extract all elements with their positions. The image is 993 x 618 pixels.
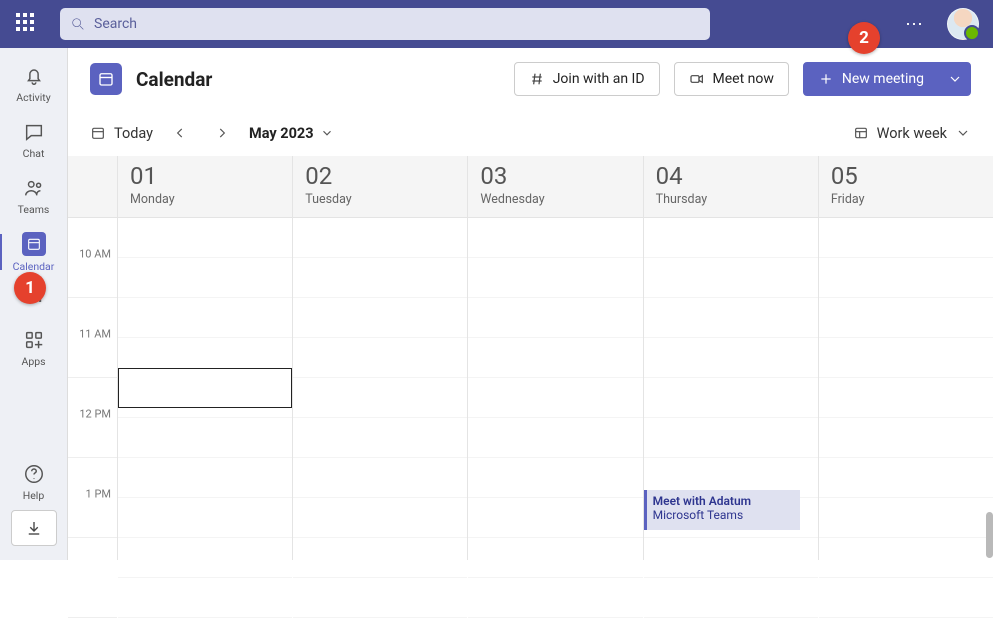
join-with-id-button[interactable]: Join with an ID xyxy=(514,62,660,96)
view-picker[interactable]: Work week xyxy=(853,125,971,142)
day-number: 03 xyxy=(480,162,632,190)
day-column[interactable]: 01 Monday xyxy=(118,156,293,560)
download-button[interactable] xyxy=(11,510,57,546)
day-name: Wednesday xyxy=(480,192,632,207)
day-number: 02 xyxy=(305,162,457,190)
search-icon xyxy=(70,16,86,32)
chevron-down-icon xyxy=(955,125,971,141)
page-title: Calendar xyxy=(136,68,212,91)
button-label: New meeting xyxy=(842,71,924,87)
scrollbar-thumb[interactable] xyxy=(986,512,993,558)
time-label: 11 AM xyxy=(79,328,111,341)
month-label: May 2023 xyxy=(249,125,314,142)
day-header: 02 Tuesday xyxy=(293,156,467,218)
day-name: Friday xyxy=(831,192,983,207)
search-input[interactable]: Search xyxy=(60,8,710,40)
calendar-icon xyxy=(22,232,46,256)
day-column[interactable]: 04 Thursday Meet with Adatum Microsoft T… xyxy=(644,156,819,560)
plus-icon xyxy=(818,71,834,87)
selection-box[interactable] xyxy=(118,368,292,408)
calendar-toolbar: Today May 2023 Work week xyxy=(68,110,993,156)
page-header: Calendar Join with an ID Meet now New me… xyxy=(68,48,993,110)
chevron-down-icon xyxy=(320,126,334,140)
chevron-down-icon xyxy=(947,71,963,87)
chevron-left-icon xyxy=(173,126,187,140)
rail-label: Apps xyxy=(21,355,45,368)
day-column[interactable]: 02 Tuesday xyxy=(293,156,468,560)
view-label: Work week xyxy=(877,125,947,142)
rail-item-activity[interactable]: Activity xyxy=(0,56,68,112)
rail-label: Help xyxy=(23,489,45,502)
day-columns: 01 Monday 02 Tuesday 03 xyxy=(118,156,993,560)
top-bar: Search ⋯ xyxy=(0,0,993,48)
calendar-day-icon xyxy=(90,125,106,141)
calendar-chip-icon xyxy=(90,63,122,95)
rail-item-apps[interactable]: Apps xyxy=(0,320,68,376)
app-launcher-icon[interactable] xyxy=(16,13,38,35)
calendar-event[interactable]: Meet with Adatum Microsoft Teams xyxy=(644,490,800,530)
time-label: 10 AM xyxy=(79,248,111,261)
day-number: 05 xyxy=(831,162,983,190)
teams-icon xyxy=(23,177,45,199)
month-picker[interactable]: May 2023 xyxy=(249,125,334,142)
new-meeting-button[interactable]: New meeting xyxy=(803,62,939,96)
rail-label: Teams xyxy=(18,203,50,216)
day-column[interactable]: 03 Wednesday xyxy=(468,156,643,560)
time-label: 12 PM xyxy=(79,408,111,421)
more-icon[interactable]: ⋯ xyxy=(895,14,935,35)
today-button[interactable]: Today xyxy=(90,125,153,142)
download-icon xyxy=(25,519,43,537)
annotation-1: 1 xyxy=(14,272,46,304)
event-location: Microsoft Teams xyxy=(653,508,794,522)
button-label: Meet now xyxy=(713,71,774,87)
day-name: Thursday xyxy=(656,192,808,207)
help-icon xyxy=(23,463,45,485)
chevron-right-icon xyxy=(215,126,229,140)
event-title: Meet with Adatum xyxy=(653,494,794,508)
rail-item-chat[interactable]: Chat xyxy=(0,112,68,168)
chat-icon xyxy=(23,121,45,143)
avatar[interactable] xyxy=(947,8,979,40)
new-meeting-dropdown[interactable] xyxy=(939,62,971,96)
today-label: Today xyxy=(114,125,153,142)
calendar-grid: 10 AM 11 AM 12 PM 1 PM 01 Monday 02 Tues… xyxy=(68,156,993,560)
rail-item-help[interactable]: Help xyxy=(0,454,68,510)
annotation-2: 2 xyxy=(848,22,880,54)
rail-label: Activity xyxy=(16,91,50,104)
video-icon xyxy=(689,71,705,87)
day-name: Monday xyxy=(130,192,282,207)
day-name: Tuesday xyxy=(305,192,457,207)
new-meeting-group: New meeting xyxy=(803,62,971,96)
day-column[interactable]: 05 Friday xyxy=(819,156,993,560)
rail-label: Chat xyxy=(23,147,45,160)
day-number: 01 xyxy=(130,162,282,190)
view-icon xyxy=(853,125,869,141)
button-label: Join with an ID xyxy=(553,71,645,87)
meet-now-button[interactable]: Meet now xyxy=(674,62,789,96)
prev-button[interactable] xyxy=(165,118,195,148)
search-placeholder: Search xyxy=(94,16,137,32)
day-header: 04 Thursday xyxy=(644,156,818,218)
rail-item-teams[interactable]: Teams xyxy=(0,168,68,224)
next-button[interactable] xyxy=(207,118,237,148)
left-rail: Activity Chat Teams Calendar ⋯ Apps Help xyxy=(0,48,68,560)
time-label: 1 PM xyxy=(86,488,111,501)
day-header: 01 Monday xyxy=(118,156,292,218)
hash-icon xyxy=(529,71,545,87)
day-header: 03 Wednesday xyxy=(468,156,642,218)
apps-icon xyxy=(23,329,45,351)
day-header: 05 Friday xyxy=(819,156,993,218)
day-number: 04 xyxy=(656,162,808,190)
bell-icon xyxy=(23,65,45,87)
time-gutter: 10 AM 11 AM 12 PM 1 PM xyxy=(68,156,118,560)
rail-label: Calendar xyxy=(13,260,55,273)
